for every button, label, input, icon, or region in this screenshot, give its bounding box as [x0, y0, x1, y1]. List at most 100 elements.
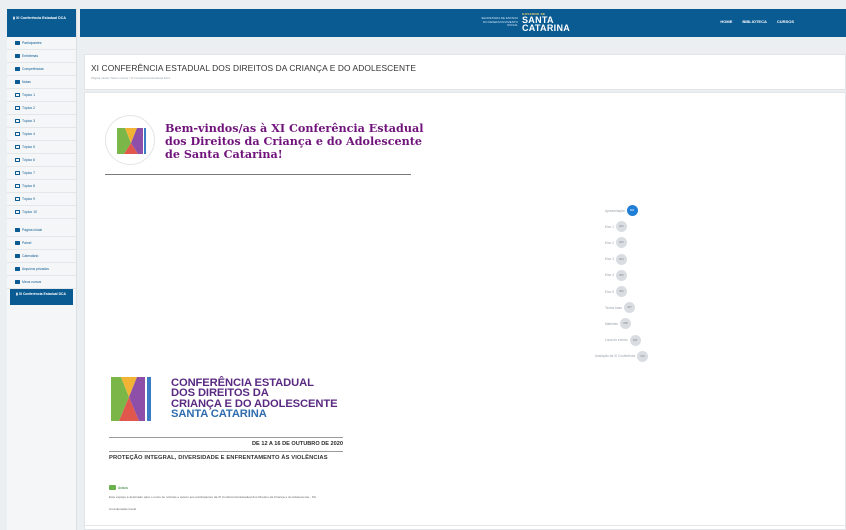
timeline-badge[interactable]: 006	[615, 286, 627, 297]
sidebar-nav-item[interactable]: Arquivos privados	[7, 263, 76, 276]
timeline-item[interactable]: Eixo 1 002	[605, 221, 627, 233]
timeline-label: Eixo 5	[605, 289, 614, 294]
sidebar-active-course[interactable]: ▮ XI Conferência Estadual DCA	[10, 289, 73, 305]
sidebar-item[interactable]: Tópico 2	[7, 102, 76, 115]
sidebar-item[interactable]: Tópico 6	[7, 154, 76, 167]
folder-icon	[15, 132, 20, 136]
sidebar-item-label: Tópico 10	[22, 210, 37, 214]
nav-links: HOME BIBLIOTECA CURSOS	[720, 19, 794, 24]
sidebar-item[interactable]: Tópico 10	[7, 206, 76, 219]
folder-icon	[15, 93, 20, 97]
conference-logo-icon	[105, 115, 155, 165]
timeline-badge[interactable]: 005	[615, 269, 627, 281]
sidebar-item-label: Tópico 7	[22, 171, 36, 175]
conference-poster: CONFERÊNCIA ESTADUAL DOS DIREITOS DA CRI…	[109, 375, 343, 471]
folder-icon	[15, 197, 20, 201]
sidebar-secondary: Página inicial Painel Calendário Arquivos p…	[7, 224, 76, 289]
timeline-label: Eixo 2	[605, 240, 614, 245]
sidebar-item-label: Competências	[22, 67, 44, 71]
nav-link-biblioteca[interactable]: BIBLIOTECA	[742, 19, 766, 24]
timeline-item[interactable]: Eixo 4 005	[605, 269, 627, 281]
timeline-item[interactable]: Eixo 5 006	[605, 286, 627, 297]
dashboard-icon	[15, 241, 20, 245]
timeline-badge[interactable]: 007	[624, 302, 636, 314]
sidebar-item-label: Tópico 3	[22, 119, 36, 123]
sidebar-nav-item[interactable]: Página inicial	[7, 224, 76, 237]
timeline-badge[interactable]: 002	[615, 221, 627, 233]
timeline-item[interactable]: Local do evento 009	[605, 334, 641, 346]
forum-icon	[109, 485, 116, 490]
timeline-badge[interactable]: 004	[615, 253, 627, 265]
welcome-banner: Bem-vindos/as à XI Conferência Estadual …	[103, 113, 423, 177]
check-icon	[15, 67, 20, 71]
timeline-item[interactable]: Eixo 2 003	[605, 237, 627, 249]
folder-icon	[15, 106, 20, 110]
nav-link-cursos[interactable]: CURSOS	[777, 19, 794, 24]
welcome-text: Bem-vindos/as à XI Conferência Estadual …	[165, 121, 424, 161]
sidebar-item-label: Calendário	[22, 254, 39, 258]
content-divider	[85, 525, 846, 526]
timeline-item[interactable]: Avaliação da XI Conferência 010	[595, 350, 649, 362]
poster-title: CONFERÊNCIA ESTADUAL DOS DIREITOS DA CRI…	[171, 377, 338, 421]
sidebar-item[interactable]: Notas	[7, 76, 76, 89]
users-icon	[15, 41, 20, 45]
timeline-item[interactable]: Eixo 3 004	[605, 253, 627, 265]
timeline-badge[interactable]: 010	[637, 350, 649, 362]
timeline-item[interactable]: Textos base 007	[605, 302, 636, 314]
sidebar-item[interactable]: Tópico 5	[7, 141, 76, 154]
timeline-badge[interactable]: 003	[615, 237, 627, 249]
timeline-label: Avaliação da XI Conferência	[595, 354, 636, 359]
sidebar-item[interactable]: Participantes	[7, 37, 76, 50]
sidebar-item[interactable]: Tópico 8	[7, 180, 76, 193]
nav-link-home[interactable]: HOME	[720, 19, 732, 24]
santa-catarina-logo[interactable]: SECRETARIA DE ESTADO DO DESENVOLVIMENTO …	[480, 13, 571, 33]
timeline-badge[interactable]: 009	[629, 334, 641, 346]
folder-icon	[15, 210, 20, 214]
poster-divider	[109, 451, 343, 452]
sidebar-course-header[interactable]: ▮ XI Conferência Estadual DCA	[7, 9, 76, 37]
sidebar-item-label: Painel	[22, 241, 32, 245]
timeline-item[interactable]: Materiais 008	[605, 318, 631, 330]
sidebar-item[interactable]: Tópico 4	[7, 128, 76, 141]
poster-dates: DE 12 A 16 DE OUTUBRO DE 2020	[252, 441, 343, 447]
home-icon	[15, 228, 20, 232]
grid-icon	[15, 80, 20, 84]
sidebar-nav-item[interactable]: Meus cursos	[7, 276, 76, 289]
sidebar-item-label: Notas	[22, 80, 31, 84]
sidebar-item-label: Arquivos privados	[22, 267, 49, 271]
sidebar-item[interactable]: Competências	[7, 63, 76, 76]
timeline-label: Eixo 3	[605, 257, 614, 262]
sidebar-nav-item[interactable]: Painel	[7, 237, 76, 250]
sidebar-item-label: Tópico 4	[22, 132, 36, 136]
avisos-description: Este espaço é destinado para o envio de …	[109, 495, 318, 499]
timeline-label: Eixo 4	[605, 273, 614, 278]
sidebar-item-label: Tópico 5	[22, 145, 36, 149]
timeline-item[interactable]: Apresentação 001	[605, 205, 638, 216]
timeline-badge[interactable]: 001	[626, 205, 638, 216]
banner-divider	[105, 174, 411, 175]
sidebar-nav-item[interactable]: Calendário	[7, 250, 76, 263]
graduation-icon	[15, 280, 20, 284]
poster-divider	[109, 437, 343, 438]
breadcrumb[interactable]: Página inicial / Meus cursos / XI Confer…	[91, 76, 170, 80]
timeline-label: Materiais	[605, 321, 618, 326]
folder-icon	[15, 171, 20, 175]
sidebar-item[interactable]: Tópico 7	[7, 167, 76, 180]
sidebar-item[interactable]: Emblemas	[7, 50, 76, 63]
sidebar-item[interactable]: Tópico 1	[7, 89, 76, 102]
sidebar-item-label: Emblemas	[22, 54, 39, 58]
sidebar-item-label: Tópico 9	[22, 197, 36, 201]
conference-logo-icon	[109, 375, 159, 423]
logo-main-2: CATARINA	[522, 23, 571, 33]
sidebar-item-label: Tópico 6	[22, 158, 36, 162]
top-navbar: SECRETARIA DE ESTADO DO DESENVOLVIMENTO …	[80, 9, 846, 37]
sidebar-item[interactable]: Tópico 9	[7, 193, 76, 206]
avisos-link[interactable]: Avisos	[109, 485, 128, 490]
timeline-badge[interactable]: 008	[619, 318, 631, 330]
timeline-label: Local do evento	[605, 338, 628, 343]
course-content: Bem-vindos/as à XI Conferência Estadual …	[84, 92, 846, 530]
folder-icon	[15, 119, 20, 123]
folder-icon	[15, 158, 20, 162]
sidebar-item[interactable]: Tópico 3	[7, 115, 76, 128]
file-icon	[15, 267, 20, 271]
